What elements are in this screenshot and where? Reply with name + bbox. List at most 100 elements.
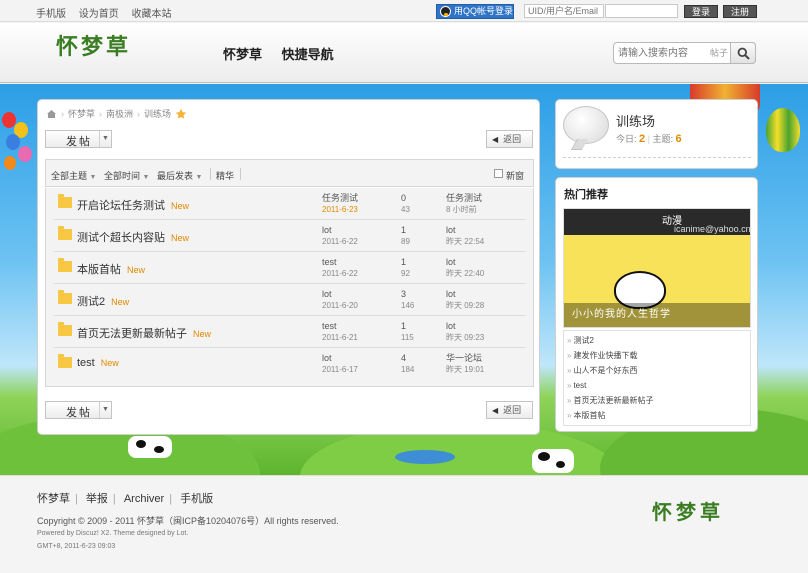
last-poster[interactable]: lot [446,289,484,300]
thread-row[interactable]: 测试个超长内容贴 New lot 2011-6-22 1 89 lot 昨天 22:54 [54,220,526,252]
last-poster[interactable]: 任务测试 [446,193,482,204]
thread-row[interactable]: 测试2 New lot 2011-6-20 3 146 lot 昨天 09:28 [54,284,526,316]
hot-list-item[interactable]: 首页无法更新最新帖子 [567,393,747,408]
home-icon[interactable] [46,109,57,119]
register-button[interactable]: 注册 [723,5,757,18]
dropdown-arrow-icon[interactable]: ▼ [99,131,111,147]
new-post-button-bottom[interactable]: 发帖 ▼ [45,401,112,419]
header: 怀梦草 怀梦草 快捷导航 帖子 [0,23,808,83]
qq-login-button[interactable]: 用QQ帐号登录 [436,4,514,19]
thread-title[interactable]: 首页无法更新最新帖子 New [77,325,211,341]
thread-counts: 4 184 [401,353,414,375]
back-label: 返回 [503,134,522,144]
thread-author: test 2011-6-22 [322,257,358,279]
author-name[interactable]: lot [322,353,358,364]
login-button[interactable]: 登录 [684,5,718,18]
thread-author: lot 2011-6-20 [322,289,358,311]
dropdown-arrow-icon[interactable]: ▼ [99,402,111,418]
back-button-bottom[interactable]: ◀ 返回 [486,401,533,419]
footer-link[interactable]: 举报 [86,493,108,505]
thread-row[interactable]: 首页无法更新最新帖子 New test 2011-6-21 1 115 lot 昨天 0… [54,316,526,348]
thread-row[interactable]: 开启论坛任务测试 New 任务测试 2011-6-23 0 43 任务测试 8 小时前 [54,188,526,220]
breadcrumb-item[interactable]: 训练场 [144,107,171,120]
filter-last-post[interactable]: 最后发表 ▼ [157,169,202,182]
hot-list-item[interactable]: test [567,378,747,393]
footer-link[interactable]: 怀梦草 [37,493,70,505]
thread-author: lot 2011-6-22 [322,225,358,247]
back-button[interactable]: ◀ 返回 [486,130,533,148]
hot-air-balloon-small [766,108,800,152]
cow [128,436,172,458]
hot-list-item[interactable]: 测试2 [567,333,747,348]
promo-caption[interactable]: 小小的我的人生哲学 [564,303,750,327]
folder-icon [58,226,72,240]
thread-title[interactable]: 本版首帖 New [77,261,145,277]
view-count: 92 [401,269,410,278]
search-input[interactable] [618,46,714,60]
last-poster[interactable]: 华一论坛 [446,353,484,364]
breadcrumb-item[interactable]: 南极洲 [106,107,133,120]
divider [210,168,211,180]
divider [563,157,751,158]
thread-counts: 1 89 [401,225,410,247]
author-name[interactable]: lot [322,225,358,236]
last-post-time[interactable]: 昨天 09:28 [446,300,484,311]
pond [395,450,455,464]
author-name[interactable]: 任务测试 [322,193,358,204]
thread-row[interactable]: test New lot 2011-6-17 4 184 华一论坛 昨天 19:01 [54,348,526,380]
view-count: 89 [401,237,410,246]
qq-login-label: 用QQ帐号登录 [454,6,514,16]
bookmark-link[interactable]: 收藏本站 [132,9,172,20]
nav-quick[interactable]: 快捷导航 [282,47,334,62]
author-name[interactable]: test [322,321,358,332]
last-post-time[interactable]: 8 小时前 [446,204,482,215]
thread-title[interactable]: 测试2 New [77,293,129,309]
mobile-link[interactable]: 手机版 [36,9,66,20]
site-logo[interactable]: 怀梦草 [56,29,131,61]
search-scope-select[interactable]: 帖子 [710,46,728,59]
hot-list-item[interactable]: 本版首帖 [567,408,747,423]
hot-list-item[interactable]: 建发作业快播下载 [567,348,747,363]
hot-list-item[interactable]: 山人不是个好东西 [567,363,747,378]
filter-all-time[interactable]: 全部时间 ▼ [104,169,149,182]
footer-link[interactable]: 手机版 [180,493,213,505]
username-field[interactable] [524,4,604,18]
thread-last-post: lot 昨天 09:28 [446,289,484,311]
footer-link[interactable]: Archiver [124,493,164,505]
reply-count: 4 [401,353,407,363]
author-name[interactable]: test [322,257,358,268]
promo-banner[interactable]: 动漫 icanime@yahoo.cn 小小的我的人生哲学 [563,208,751,328]
thread-filter-bar: 全部主题 ▼ 全部时间 ▼ 最后发表 ▼ 精华 新窗 [45,159,534,187]
filter-all-topics[interactable]: 全部主题 ▼ [51,169,96,182]
folder-icon [58,322,72,336]
cow [532,449,574,473]
thread-title[interactable]: 测试个超长内容贴 New [77,229,189,245]
last-poster[interactable]: lot [446,225,484,236]
password-field[interactable] [605,4,678,18]
breadcrumb-item[interactable]: 怀梦草 [68,107,95,120]
top-links: 手机版 设为首页 收藏本站 [36,5,182,20]
set-homepage-link[interactable]: 设为首页 [79,9,119,20]
thread-title[interactable]: 开启论坛任务测试 New [77,197,189,213]
last-poster[interactable]: lot [446,321,484,332]
last-post-time[interactable]: 昨天 09:23 [446,332,484,343]
thread-title[interactable]: test New [77,357,119,369]
last-post-time[interactable]: 昨天 22:40 [446,268,484,279]
new-badge: New [127,265,146,275]
thread-row[interactable]: 本版首帖 New test 2011-6-22 1 92 lot 昨天 22:40 [54,252,526,284]
thread-title-text: test [77,357,95,369]
nav-home[interactable]: 怀梦草 [223,47,262,62]
folder-icon [58,194,72,208]
author-name[interactable]: lot [322,289,358,300]
favorite-star-icon[interactable] [175,108,187,120]
new-post-button[interactable]: 发帖 ▼ [45,130,112,148]
breadcrumb: › 怀梦草 › 南极洲 › 训练场 [46,107,187,120]
folder-icon [58,258,72,272]
new-window-checkbox[interactable] [494,169,503,178]
last-poster[interactable]: lot [446,257,484,268]
last-post-time[interactable]: 昨天 22:54 [446,236,484,247]
filter-digest[interactable]: 精华 [216,169,234,182]
forum-info-card: 训练场 今日: 2 | 主题: 6 [555,99,758,169]
search-button[interactable] [730,42,756,64]
last-post-time[interactable]: 昨天 19:01 [446,364,484,375]
